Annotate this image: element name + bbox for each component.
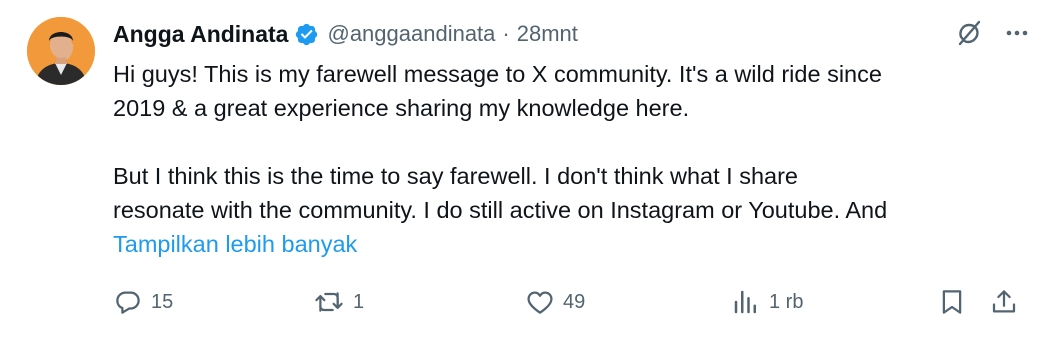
show-more-link[interactable]: Tampilkan lebih banyak	[113, 227, 1028, 261]
repost-icon	[315, 292, 343, 312]
views-icon	[734, 290, 756, 314]
more-icon[interactable]	[1004, 20, 1030, 46]
tweet-text-line: 2019 & a great experience sharing my kno…	[113, 95, 690, 121]
tweet-card[interactable]: Angga Andinata @anggaandinata · 28mnt Hi…	[0, 0, 1050, 338]
reply-icon	[116, 291, 140, 314]
repost-count: 1	[353, 290, 365, 313]
share-button[interactable]	[989, 286, 1019, 318]
tweet-text-line: resonate with the community. I do still …	[113, 197, 888, 223]
verified-badge-icon	[296, 23, 318, 45]
like-icon	[527, 291, 553, 314]
view-count: 1 rb	[769, 290, 804, 313]
separator-dot: ·	[502, 21, 510, 46]
avatar-photo	[27, 17, 95, 85]
bookmark-icon	[942, 290, 962, 314]
like-button[interactable]: 49	[525, 286, 585, 318]
tweet-text: Hi guys! This is my farewell message to …	[113, 57, 1028, 261]
avatar[interactable]	[27, 17, 95, 85]
views-button[interactable]: 1 rb	[731, 286, 803, 318]
tweet-text-line: But I think this is the time to say fare…	[113, 163, 798, 189]
tweet-top-actions	[954, 18, 1030, 48]
reply-button[interactable]: 15	[113, 286, 173, 318]
repost-button[interactable]: 1	[313, 286, 364, 318]
tweet-header: Angga Andinata @anggaandinata · 28mnt	[113, 17, 578, 51]
timestamp[interactable]: 28mnt	[517, 21, 578, 47]
tweet-text-line: Hi guys! This is my farewell message to …	[113, 61, 882, 87]
author-handle[interactable]: @anggaandinata	[327, 21, 495, 47]
like-count: 49	[563, 290, 586, 313]
author-display-name[interactable]: Angga Andinata	[113, 21, 288, 48]
bookmark-button[interactable]	[937, 286, 967, 318]
grok-icon[interactable]	[954, 18, 984, 48]
reply-count: 15	[151, 290, 174, 313]
tweet-actions-bar: 15 1 49 1 rb	[113, 286, 1020, 318]
share-icon	[992, 290, 1016, 313]
